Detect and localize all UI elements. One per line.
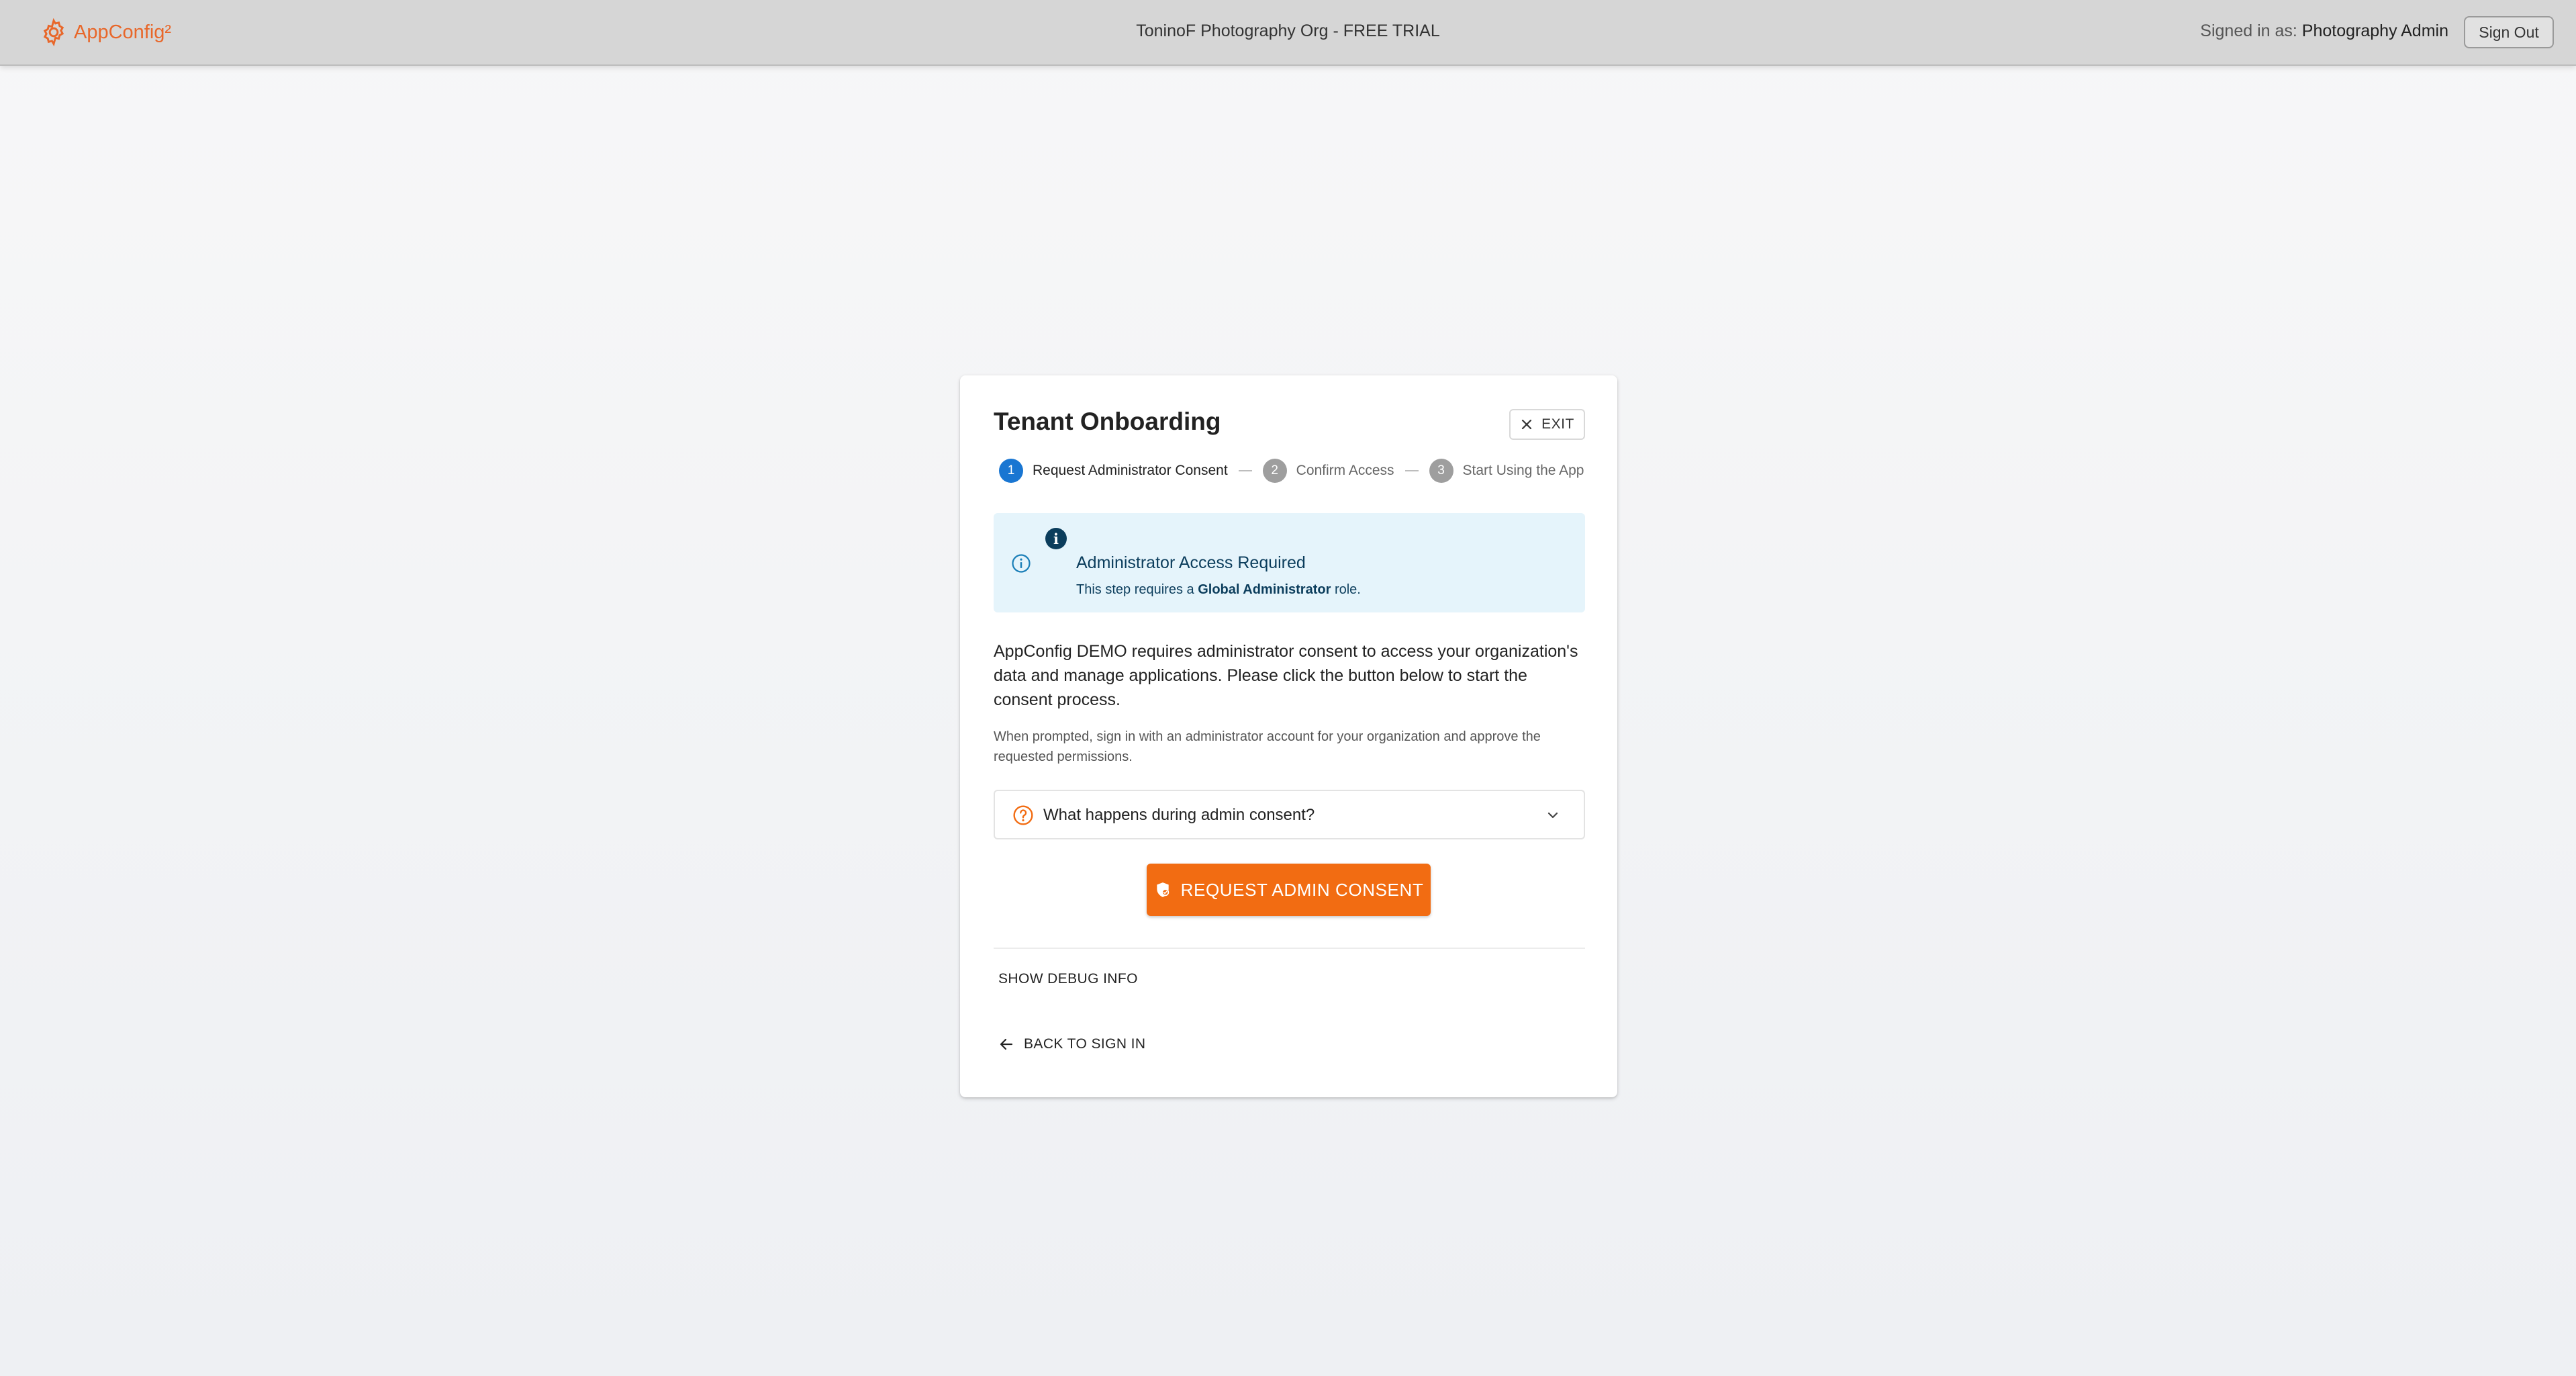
step-label: Confirm Access (1296, 463, 1394, 478)
stepper: 1 Request Administrator Consent 2 Confir… (999, 457, 1590, 484)
info-icon (1012, 554, 1031, 573)
step-connector (1404, 470, 1419, 471)
consent-description: AppConfig DEMO requires administrator co… (994, 642, 1578, 709)
divider (994, 948, 1585, 949)
alert-desc-suffix: role. (1334, 582, 1361, 597)
top-app-bar: AppConfig² ToninoF Photography Org - FRE… (0, 0, 2576, 66)
onboarding-card: Tenant Onboarding EXIT 1 Request Adminis… (960, 375, 1617, 1097)
alert-badge: i (1045, 528, 1067, 549)
back-label: BACK TO SIGN IN (1024, 1036, 1146, 1052)
close-icon (1522, 419, 1532, 430)
alert-desc-role: Global Administrator (1198, 582, 1331, 597)
step-start-using: 3 Start Using the App (1429, 459, 1584, 483)
step-label: Request Administrator Consent (1033, 463, 1228, 478)
arrow-left-icon (1000, 1038, 1013, 1050)
step-number: 3 (1429, 459, 1453, 483)
shield-icon (1156, 882, 1169, 897)
admin-consent-accordion[interactable]: What happens during admin consent? (994, 790, 1585, 839)
page-title: Tenant Onboarding (994, 408, 1221, 435)
exit-label: EXIT (1541, 416, 1574, 432)
signed-in-user: Photography Admin (2301, 21, 2448, 40)
show-debug-info-button[interactable]: SHOW DEBUG INFO (998, 971, 1138, 987)
primary-button-label: REQUEST ADMIN CONSENT (1180, 879, 1424, 900)
alert-desc-prefix: This step requires a (1076, 582, 1194, 597)
alert-description: This step requires a Global Administrato… (1076, 582, 1361, 598)
step-number: 2 (1262, 459, 1287, 483)
accordion-label: What happens during admin consent? (1043, 806, 1315, 824)
step-number: 1 (999, 459, 1023, 483)
step-request-consent: 1 Request Administrator Consent (999, 459, 1228, 483)
request-admin-consent-button[interactable]: REQUEST ADMIN CONSENT (1147, 864, 1431, 916)
back-to-sign-in-button[interactable]: BACK TO SIGN IN (998, 1036, 1145, 1052)
step-label: Start Using the App (1462, 463, 1584, 478)
sign-out-button[interactable]: Sign Out (2464, 16, 2554, 48)
info-alert: i Administrator Access Required This ste… (994, 513, 1585, 612)
step-confirm-access: 2 Confirm Access (1262, 459, 1394, 483)
signed-in-info: Signed in as: Photography Admin (2200, 21, 2448, 41)
signed-in-prefix: Signed in as: (2200, 21, 2297, 40)
exit-button[interactable]: EXIT (1509, 409, 1585, 440)
help-circle-icon (1013, 805, 1033, 825)
step-connector (1238, 470, 1252, 471)
org-title: ToninoF Photography Org - FREE TRIAL (1136, 21, 1440, 40)
alert-title: Administrator Access Required (1076, 553, 1306, 572)
consent-hint: When prompted, sign in with an administr… (994, 729, 1541, 764)
chevron-down-icon[interactable] (1545, 807, 1561, 823)
